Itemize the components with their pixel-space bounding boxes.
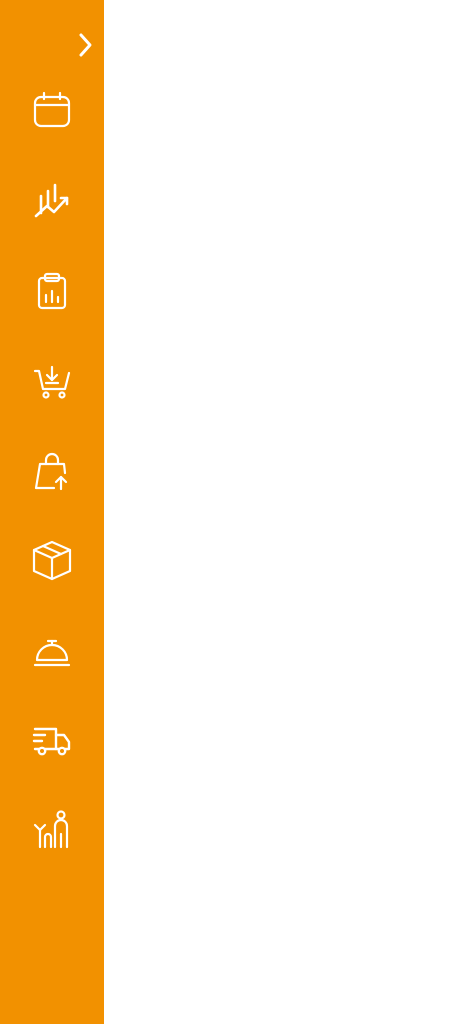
sidebar-item-calendar[interactable]	[22, 80, 82, 140]
app-root	[0, 0, 460, 1024]
cart-download-icon	[33, 365, 71, 399]
sidebar-item-products[interactable]	[22, 531, 82, 591]
sidebar-item-analytics[interactable]	[22, 171, 82, 231]
sidebar-expand-button[interactable]	[72, 30, 98, 60]
sidebar-item-service[interactable]	[22, 621, 82, 681]
clipboard-chart-icon	[37, 272, 67, 310]
delivery-truck-icon	[32, 727, 71, 756]
sidebar-item-purchases[interactable]	[22, 351, 82, 411]
sidebar-item-sales[interactable]	[22, 441, 82, 501]
sidebar-item-customers[interactable]	[22, 800, 82, 860]
chevron-right-icon	[79, 33, 92, 57]
people-icon	[33, 810, 69, 849]
sidebar-item-delivery[interactable]	[22, 710, 82, 770]
bag-upload-icon	[34, 452, 68, 491]
main-content-area	[104, 0, 460, 1024]
calendar-icon	[33, 91, 71, 128]
sidebar	[0, 0, 104, 1024]
service-bell-icon	[33, 639, 71, 667]
chart-trend-icon	[34, 183, 69, 218]
box-icon	[32, 540, 72, 581]
sidebar-item-reports[interactable]	[22, 261, 82, 321]
